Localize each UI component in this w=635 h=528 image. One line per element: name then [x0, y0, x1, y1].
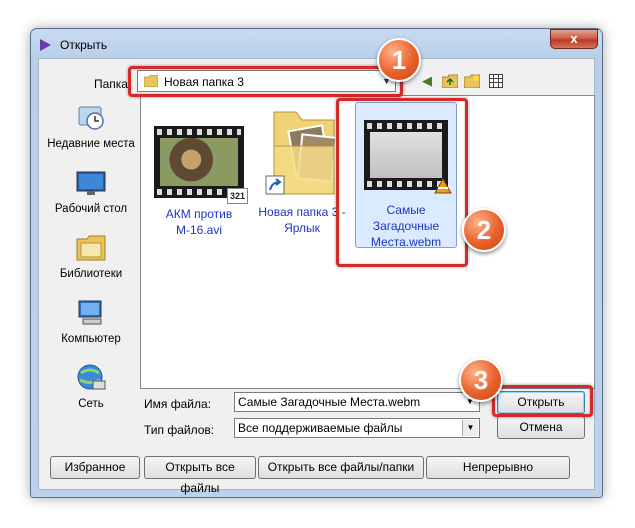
filetype-value: Все поддерживаемые файлы: [238, 421, 403, 435]
computer-icon: [78, 300, 102, 325]
up-folder-icon: [441, 74, 459, 89]
place-network[interactable]: Сеть: [45, 363, 137, 411]
close-button[interactable]: x: [550, 29, 598, 49]
video-thumbnail: 321: [154, 126, 248, 204]
favorites-button[interactable]: Избранное: [50, 456, 140, 479]
file-name: АКМ против: [165, 207, 233, 221]
callout-badge-2: 2: [462, 208, 506, 252]
up-folder-button[interactable]: [440, 72, 460, 90]
app-logo-icon: [40, 39, 51, 51]
callout-rect-open: [492, 385, 593, 417]
view-grid-icon: [489, 74, 503, 88]
network-icon: [77, 364, 106, 390]
view-menu-button[interactable]: ▼: [484, 72, 510, 105]
filetype-label: Тип файлов:: [144, 423, 215, 437]
folder-label: Папка: [94, 77, 128, 91]
place-label: Библиотеки: [59, 268, 123, 280]
place-computer[interactable]: Компьютер: [45, 298, 137, 346]
filename-value: Самые Загадочные Места.webm: [238, 395, 421, 409]
callout-badge-3: 3: [459, 358, 503, 402]
chevron-down-icon[interactable]: ▼: [462, 420, 478, 436]
badge-321: 321: [226, 188, 248, 204]
place-recent[interactable]: Недавние места: [45, 103, 137, 151]
places-bar: Недавние места Рабочий стол Библиотеки К…: [45, 95, 137, 430]
new-folder-button[interactable]: [462, 72, 482, 90]
window-title: Открыть: [60, 38, 108, 52]
open-all-files-button[interactable]: Открыть все файлы: [144, 456, 256, 495]
cancel-button[interactable]: Отмена: [497, 416, 585, 439]
open-all-files-folders-button[interactable]: Открыть все файлы/папки: [258, 456, 424, 479]
filename-input[interactable]: Самые Загадочные Места.webm ▼: [234, 392, 480, 412]
place-label: Рабочий стол: [54, 203, 128, 215]
callout-badge-1: 1: [377, 38, 421, 82]
place-libraries[interactable]: Библиотеки: [45, 233, 137, 281]
place-label: Сеть: [78, 398, 104, 410]
callout-rect-file: [336, 98, 468, 267]
recent-places-icon: [78, 106, 104, 130]
filetype-select[interactable]: Все поддерживаемые файлы ▼: [234, 418, 480, 438]
back-arrow-icon: ◀: [422, 73, 432, 88]
callout-rect-folder: [128, 66, 403, 97]
libraries-icon: [76, 235, 106, 261]
folder-shortcut-icon: [265, 111, 338, 195]
back-button[interactable]: ◀: [417, 72, 437, 90]
file-item-akm[interactable]: 321 АКМ против М-16.avi: [147, 126, 251, 237]
filename-label: Имя файла:: [144, 397, 211, 411]
place-label: Компьютер: [61, 333, 121, 345]
continuous-button[interactable]: Непрерывно: [426, 456, 570, 479]
new-folder-icon: [463, 74, 481, 89]
place-desktop[interactable]: Рабочий стол: [45, 168, 137, 216]
place-label: Недавние места: [47, 138, 135, 150]
desktop-icon: [76, 171, 106, 195]
file-name: М-16.avi: [175, 223, 222, 237]
